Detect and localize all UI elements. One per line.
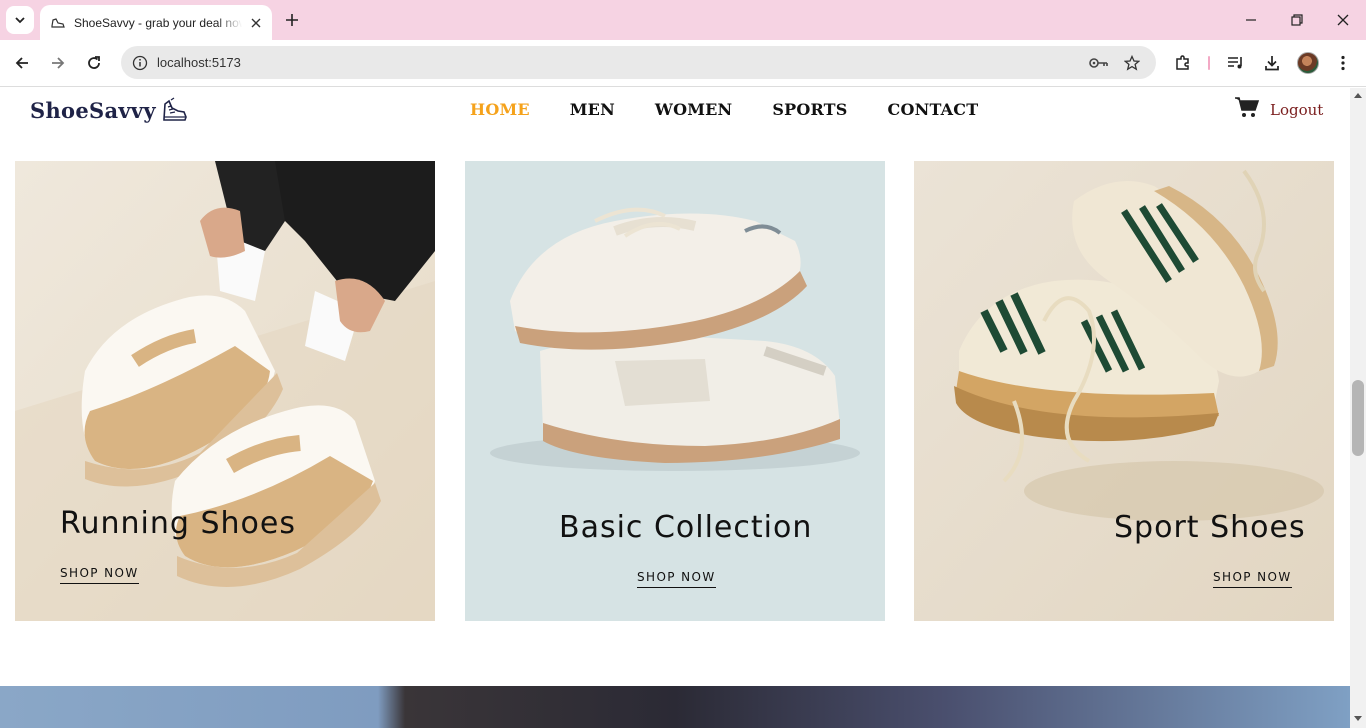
password-key-icon[interactable] <box>1089 53 1109 73</box>
cart-icon[interactable] <box>1234 95 1260 119</box>
basic-collection-image <box>465 161 885 621</box>
nav-home[interactable]: HOME <box>470 100 530 119</box>
browser-tab-strip: ShoeSavvy - grab your deal now <box>0 0 1366 40</box>
close-icon[interactable] <box>248 15 264 31</box>
nav-women[interactable]: WOMEN <box>655 100 732 119</box>
site-navbar: ShoeSavvy HOME MEN WOMEN SPORTS CONTACT … <box>0 88 1350 134</box>
nav-men[interactable]: MEN <box>570 100 615 119</box>
bookmark-star-icon[interactable] <box>1122 53 1142 73</box>
more-vertical-icon <box>1341 55 1345 71</box>
scroll-up-arrow-icon[interactable] <box>1353 90 1363 100</box>
tab-search-button[interactable] <box>6 6 34 34</box>
close-window-button[interactable] <box>1331 8 1355 32</box>
minimize-button[interactable] <box>1239 8 1263 32</box>
back-button[interactable] <box>10 51 34 75</box>
shop-now-link[interactable]: SHOP NOW <box>60 566 139 584</box>
card-title: Running Shoes <box>60 506 296 541</box>
minimize-icon <box>1246 19 1256 21</box>
browser-toolbar: localhost:5173 <box>0 40 1366 87</box>
download-icon <box>1265 56 1279 71</box>
close-icon <box>1337 14 1349 26</box>
nav-contact[interactable]: CONTACT <box>888 100 979 119</box>
media-control-button[interactable] <box>1224 51 1248 75</box>
category-card-sport[interactable]: Sport Shoes SHOP NOW <box>914 161 1334 621</box>
site-logo[interactable]: ShoeSavvy <box>30 96 188 124</box>
downloads-button[interactable] <box>1260 51 1284 75</box>
restore-icon <box>1291 14 1303 26</box>
url-text[interactable]: localhost:5173 <box>157 55 241 70</box>
hero-banner-image <box>0 686 1350 728</box>
browser-tab[interactable]: ShoeSavvy - grab your deal now <box>40 5 272 40</box>
sneaker-logo-icon <box>163 97 187 121</box>
category-card-basic[interactable]: Basic Collection SHOP NOW <box>465 161 885 621</box>
scroll-down-arrow-icon[interactable] <box>1353 714 1363 724</box>
logout-link[interactable]: Logout <box>1270 101 1323 119</box>
toolbar-divider <box>1208 56 1210 70</box>
arrow-left-icon <box>15 57 28 69</box>
sport-shoes-image <box>914 161 1334 621</box>
logo-text: ShoeSavvy <box>30 97 156 123</box>
main-nav: HOME MEN WOMEN SPORTS CONTACT <box>470 100 1018 119</box>
arrow-right-icon <box>52 57 65 69</box>
running-shoes-image <box>15 161 435 621</box>
browser-menu-button[interactable] <box>1331 51 1355 75</box>
card-title: Basic Collection <box>559 510 813 545</box>
category-card-running[interactable]: Running Shoes SHOP NOW <box>15 161 435 621</box>
puzzle-icon <box>1176 55 1189 70</box>
new-tab-button[interactable] <box>280 8 304 32</box>
page-scrollbar[interactable] <box>1350 88 1366 728</box>
address-bar[interactable]: localhost:5173 <box>121 46 1156 79</box>
reload-icon <box>88 56 100 69</box>
card-title: Sport Shoes <box>1114 510 1306 545</box>
scroll-thumb[interactable] <box>1352 380 1364 456</box>
nav-sports[interactable]: SPORTS <box>772 100 847 119</box>
playlist-icon <box>1228 57 1242 69</box>
chevron-down-icon <box>15 17 25 24</box>
reload-button[interactable] <box>82 51 106 75</box>
plus-icon <box>286 14 298 26</box>
profile-avatar[interactable] <box>1297 52 1319 74</box>
shop-now-link[interactable]: SHOP NOW <box>1213 570 1292 588</box>
extensions-button[interactable] <box>1171 51 1195 75</box>
forward-button[interactable] <box>46 51 70 75</box>
site-info-icon[interactable] <box>131 54 149 72</box>
page-viewport: ShoeSavvy HOME MEN WOMEN SPORTS CONTACT … <box>0 88 1350 728</box>
shoe-favicon-icon <box>51 17 65 28</box>
restore-button[interactable] <box>1285 8 1309 32</box>
tab-title: ShoeSavvy - grab your deal now <box>74 15 242 30</box>
shop-now-link[interactable]: SHOP NOW <box>637 570 716 588</box>
